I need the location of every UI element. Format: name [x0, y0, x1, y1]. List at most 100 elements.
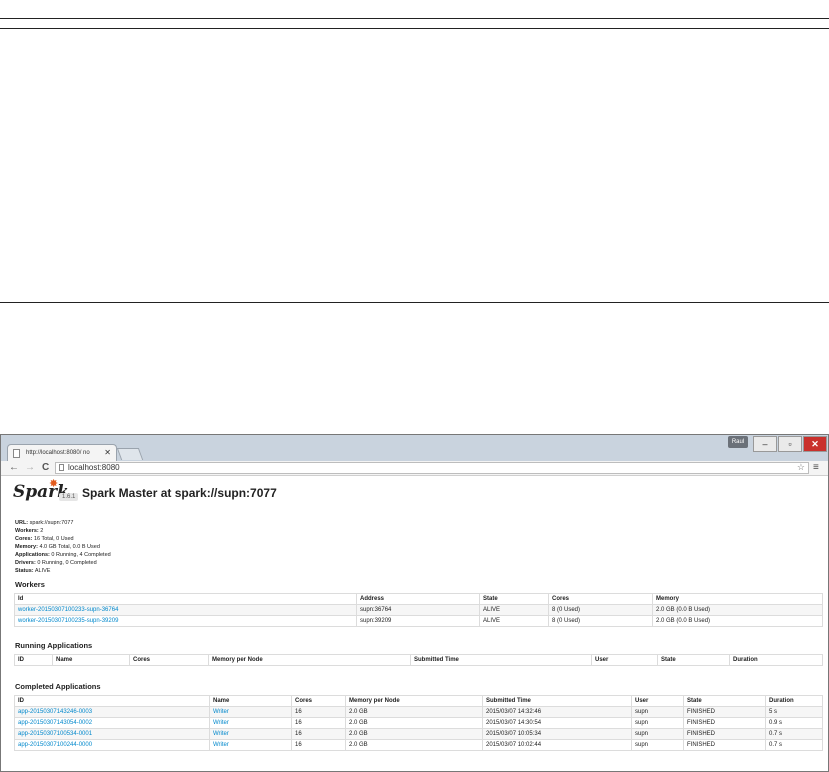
top-divider: [0, 18, 829, 19]
column-header[interactable]: Submitted Time: [482, 695, 632, 707]
column-header[interactable]: State: [479, 593, 549, 605]
table-cell: FINISHED: [683, 728, 766, 740]
app-name-link[interactable]: Writer: [213, 720, 229, 726]
browser-titlebar: http://localhost:8080/ no ✕ Raul ‒ ▫ ✕: [1, 435, 828, 461]
page-info-icon: [59, 464, 64, 471]
app-link[interactable]: app-20150307100244-0000: [18, 742, 92, 748]
column-header[interactable]: ID: [14, 654, 53, 666]
column-header[interactable]: Submitted Time: [410, 654, 592, 666]
table-cell: supn: [631, 706, 684, 718]
cluster-summary: URL: spark://supn:7077 Workers: 2 Cores:…: [15, 519, 111, 575]
column-header[interactable]: Cores: [548, 593, 653, 605]
table-cell: FINISHED: [683, 739, 766, 751]
summary-cores: Cores: 16 Total, 0 Used: [15, 536, 74, 542]
browser-menu-icon[interactable]: ≡: [813, 461, 819, 475]
column-header[interactable]: State: [683, 695, 766, 707]
table-header-row: Id Address State Cores Memory: [14, 593, 823, 605]
column-header[interactable]: Name: [52, 654, 130, 666]
table-cell: app-20150307143054-0002: [14, 717, 210, 729]
app-name-link[interactable]: Writer: [213, 742, 229, 748]
table-cell: 2015/03/07 10:02:44: [482, 739, 632, 751]
summary-drivers: Drivers: 0 Running, 0 Completed: [15, 560, 97, 566]
summary-workers: Workers: 2: [15, 528, 44, 534]
app-link[interactable]: app-20150307143054-0002: [18, 720, 92, 726]
table-cell: Writer: [209, 706, 292, 718]
column-header[interactable]: Address: [356, 593, 480, 605]
table-cell: 16: [291, 717, 346, 729]
summary-applications: Applications: 0 Running, 4 Completed: [15, 552, 111, 558]
workers-table: Id Address State Cores Memory worker-201…: [14, 593, 823, 627]
table-header-row: ID Name Cores Memory per Node Submitted …: [14, 695, 823, 707]
column-header[interactable]: ID: [14, 695, 210, 707]
app-name-link[interactable]: Writer: [213, 731, 229, 737]
table-cell: ALIVE: [479, 604, 549, 616]
table-cell: app-20150307143246-0003: [14, 706, 210, 718]
table-cell: 8 (0 Used): [548, 615, 653, 627]
page-content: Spark ✸ 1.6.1 Spark Master at spark://su…: [1, 476, 828, 771]
column-header[interactable]: Memory per Node: [345, 695, 483, 707]
minimize-button[interactable]: ‒: [753, 436, 777, 452]
column-header[interactable]: Duration: [765, 695, 823, 707]
column-header[interactable]: User: [631, 695, 684, 707]
table-cell: 8 (0 Used): [548, 604, 653, 616]
browser-tab[interactable]: http://localhost:8080/ no ✕: [7, 444, 117, 461]
column-header[interactable]: User: [591, 654, 658, 666]
summary-memory: Memory: 4.0 GB Total, 0.0 B Used: [15, 544, 100, 550]
table-cell: ALIVE: [479, 615, 549, 627]
close-window-button[interactable]: ✕: [803, 436, 827, 452]
column-header[interactable]: State: [657, 654, 730, 666]
user-profile-badge[interactable]: Raul: [728, 436, 748, 448]
tab-close-icon[interactable]: ✕: [104, 445, 111, 461]
column-header[interactable]: Duration: [729, 654, 823, 666]
table-cell: supn: [631, 728, 684, 740]
new-tab-button[interactable]: [116, 448, 144, 460]
address-bar[interactable]: localhost:8080 ☆: [55, 462, 809, 474]
spark-star-icon: ✸: [49, 478, 59, 490]
table-cell: Writer: [209, 739, 292, 751]
table-cell: 2.0 GB (0.0 B Used): [652, 615, 823, 627]
table-cell: 2015/03/07 14:30:54: [482, 717, 632, 729]
column-header[interactable]: Id: [14, 593, 357, 605]
upper-divider: [0, 28, 829, 29]
table-cell: worker-20150307100235-supn-39209: [14, 615, 357, 627]
worker-link[interactable]: worker-20150307100233-supn-36764: [18, 607, 118, 613]
table-cell: worker-20150307100233-supn-36764: [14, 604, 357, 616]
completed-applications-table: ID Name Cores Memory per Node Submitted …: [14, 695, 823, 751]
summary-status: Status: ALIVE: [15, 568, 51, 574]
column-header[interactable]: Name: [209, 695, 292, 707]
table-row: app-20150307100534-0001 Writer 16 2.0 GB…: [14, 728, 823, 740]
app-link[interactable]: app-20150307143246-0003: [18, 709, 92, 715]
table-row: app-20150307143246-0003 Writer 16 2.0 GB…: [14, 706, 823, 718]
table-cell: FINISHED: [683, 706, 766, 718]
column-header[interactable]: Memory per Node: [208, 654, 411, 666]
table-cell: 2.0 GB (0.0 B Used): [652, 604, 823, 616]
table-row: app-20150307143054-0002 Writer 16 2.0 GB…: [14, 717, 823, 729]
table-cell: 2.0 GB: [345, 706, 483, 718]
table-cell: 0.9 s: [765, 717, 823, 729]
reload-icon[interactable]: C: [42, 461, 49, 475]
table-cell: 2.0 GB: [345, 717, 483, 729]
table-cell: app-20150307100244-0000: [14, 739, 210, 751]
worker-link[interactable]: worker-20150307100235-supn-39209: [18, 618, 118, 624]
app-link[interactable]: app-20150307100534-0001: [18, 731, 92, 737]
table-cell: supn:39209: [356, 615, 480, 627]
table-cell: FINISHED: [683, 717, 766, 729]
table-cell: 0.7 s: [765, 728, 823, 740]
column-header[interactable]: Cores: [129, 654, 209, 666]
table-cell: 2015/03/07 10:05:34: [482, 728, 632, 740]
table-cell: Writer: [209, 728, 292, 740]
running-applications-table: ID Name Cores Memory per Node Submitted …: [14, 654, 823, 666]
page-icon: [13, 449, 20, 458]
workers-heading: Workers: [15, 580, 45, 589]
table-row: app-20150307100244-0000 Writer 16 2.0 GB…: [14, 739, 823, 751]
table-cell: 2015/03/07 14:32:46: [482, 706, 632, 718]
app-name-link[interactable]: Writer: [213, 709, 229, 715]
back-icon[interactable]: ←: [9, 461, 19, 475]
table-cell: supn: [631, 739, 684, 751]
maximize-button[interactable]: ▫: [778, 436, 802, 452]
table-cell: supn: [631, 717, 684, 729]
forward-icon[interactable]: →: [25, 461, 35, 475]
column-header[interactable]: Cores: [291, 695, 346, 707]
column-header[interactable]: Memory: [652, 593, 823, 605]
bookmark-star-icon[interactable]: ☆: [797, 462, 805, 472]
